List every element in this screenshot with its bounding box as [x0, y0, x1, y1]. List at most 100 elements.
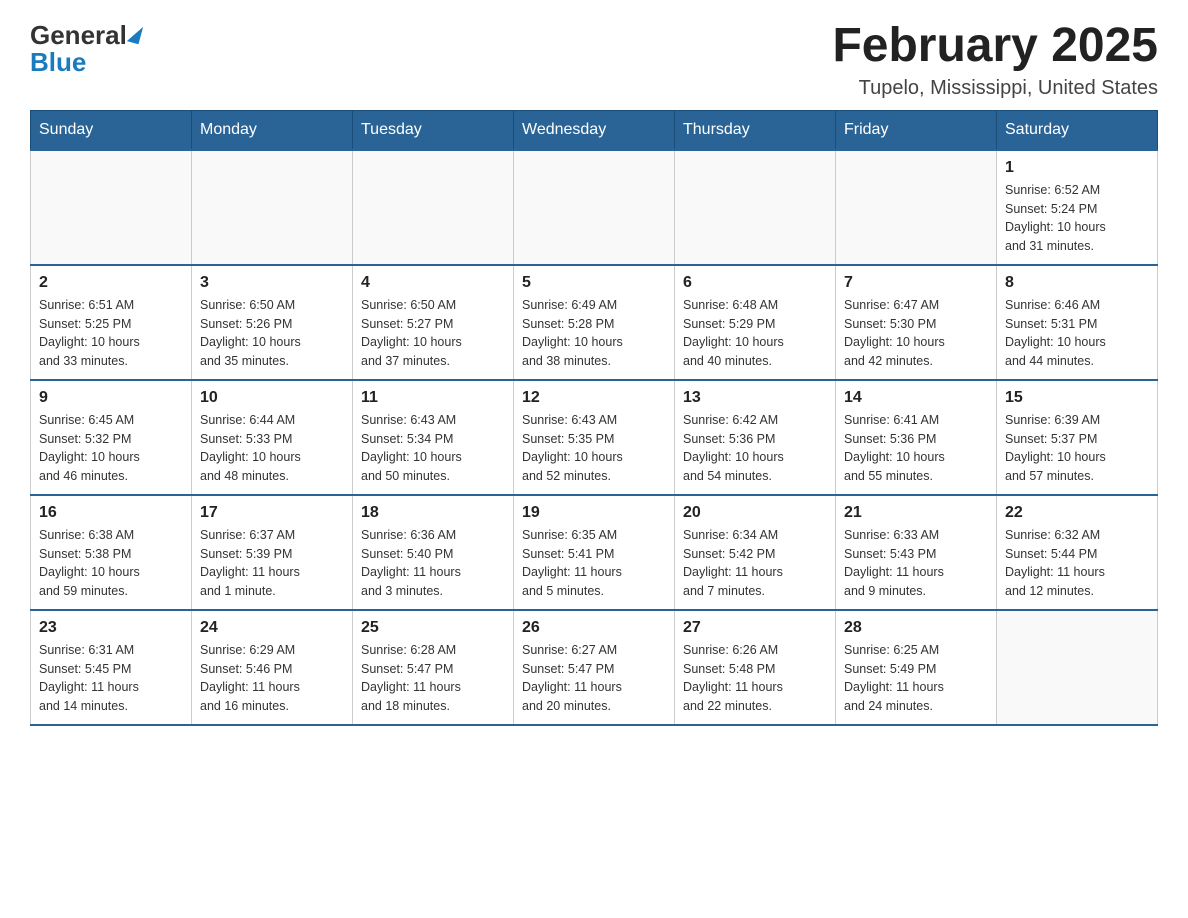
day-info: Sunrise: 6:26 AMSunset: 5:48 PMDaylight:…	[683, 641, 827, 716]
calendar-cell: 1 Sunrise: 6:52 AMSunset: 5:24 PMDaylight…	[997, 150, 1158, 265]
day-number: 28	[844, 619, 988, 637]
calendar-cell: 4 Sunrise: 6:50 AMSunset: 5:27 PMDaylight…	[353, 265, 514, 380]
calendar-week-row: 23 Sunrise: 6:31 AMSunset: 5:45 PMDayligh…	[31, 610, 1158, 725]
calendar-header-row: SundayMondayTuesdayWednesdayThursdayFrid…	[31, 110, 1158, 150]
day-number: 14	[844, 389, 988, 407]
day-info: Sunrise: 6:43 AMSunset: 5:34 PMDaylight:…	[361, 411, 505, 486]
day-info: Sunrise: 6:41 AMSunset: 5:36 PMDaylight:…	[844, 411, 988, 486]
day-number: 4	[361, 274, 505, 292]
day-number: 10	[200, 389, 344, 407]
calendar-cell: 22Sunrise: 6:32 AMSunset: 5:44 PMDayligh…	[997, 495, 1158, 610]
calendar-cell: 16 Sunrise: 6:38 AMSunset: 5:38 PMDayligh…	[31, 495, 192, 610]
calendar-cell: 21 Sunrise: 6:33 AMSunset: 5:43 PMDayligh…	[836, 495, 997, 610]
calendar-cell	[31, 150, 192, 265]
calendar-cell: 24Sunrise: 6:29 AMSunset: 5:46 PMDayligh…	[192, 610, 353, 725]
calendar-day-header-monday: Monday	[192, 110, 353, 150]
day-info: Sunrise: 6:37 AMSunset: 5:39 PMDaylight:…	[200, 526, 344, 601]
day-number: 6	[683, 274, 827, 292]
day-number: 21	[844, 504, 988, 522]
day-number: 19	[522, 504, 666, 522]
calendar-cell: 19 Sunrise: 6:35 AMSunset: 5:41 PMDayligh…	[514, 495, 675, 610]
calendar-cell: 23 Sunrise: 6:31 AMSunset: 5:45 PMDayligh…	[31, 610, 192, 725]
day-info: Sunrise: 6:35 AMSunset: 5:41 PMDaylight:…	[522, 526, 666, 601]
day-info: Sunrise: 6:49 AMSunset: 5:28 PMDaylight:…	[522, 296, 666, 371]
day-info: Sunrise: 6:34 AMSunset: 5:42 PMDaylight:…	[683, 526, 827, 601]
calendar-cell: 6 Sunrise: 6:48 AMSunset: 5:29 PMDaylight…	[675, 265, 836, 380]
calendar-cell	[836, 150, 997, 265]
day-number: 20	[683, 504, 827, 522]
day-info: Sunrise: 6:44 AMSunset: 5:33 PMDaylight:…	[200, 411, 344, 486]
day-number: 27	[683, 619, 827, 637]
calendar-week-row: 9 Sunrise: 6:45 AMSunset: 5:32 PMDaylight…	[31, 380, 1158, 495]
day-info: Sunrise: 6:39 AMSunset: 5:37 PMDaylight:…	[1005, 411, 1149, 486]
calendar-cell: 17 Sunrise: 6:37 AMSunset: 5:39 PMDayligh…	[192, 495, 353, 610]
calendar-cell	[997, 610, 1158, 725]
day-info: Sunrise: 6:46 AMSunset: 5:31 PMDaylight:…	[1005, 296, 1149, 371]
day-info: Sunrise: 6:32 AMSunset: 5:44 PMDaylight:…	[1005, 526, 1149, 601]
day-info: Sunrise: 6:38 AMSunset: 5:38 PMDaylight:…	[39, 526, 183, 601]
calendar-week-row: 2 Sunrise: 6:51 AMSunset: 5:25 PMDaylight…	[31, 265, 1158, 380]
day-number: 18	[361, 504, 505, 522]
calendar-cell	[192, 150, 353, 265]
calendar-day-header-sunday: Sunday	[31, 110, 192, 150]
calendar-cell: 20 Sunrise: 6:34 AMSunset: 5:42 PMDayligh…	[675, 495, 836, 610]
day-number: 13	[683, 389, 827, 407]
day-number: 12	[522, 389, 666, 407]
calendar-day-header-friday: Friday	[836, 110, 997, 150]
calendar-day-header-thursday: Thursday	[675, 110, 836, 150]
logo: General Blue	[30, 20, 141, 78]
calendar-cell	[675, 150, 836, 265]
day-info: Sunrise: 6:33 AMSunset: 5:43 PMDaylight:…	[844, 526, 988, 601]
calendar-cell: 8 Sunrise: 6:46 AMSunset: 5:31 PMDaylight…	[997, 265, 1158, 380]
day-number: 16	[39, 504, 183, 522]
day-info: Sunrise: 6:36 AMSunset: 5:40 PMDaylight:…	[361, 526, 505, 601]
page-header: General Blue February 2025 Tupelo, Missi…	[30, 20, 1158, 100]
calendar-cell: 27 Sunrise: 6:26 AMSunset: 5:48 PMDayligh…	[675, 610, 836, 725]
day-number: 9	[39, 389, 183, 407]
logo-triangle-icon	[127, 23, 143, 43]
logo-blue-text: Blue	[30, 47, 86, 78]
calendar-cell: 28 Sunrise: 6:25 AMSunset: 5:49 PMDayligh…	[836, 610, 997, 725]
calendar-day-header-wednesday: Wednesday	[514, 110, 675, 150]
day-number: 15	[1005, 389, 1149, 407]
calendar-cell: 9 Sunrise: 6:45 AMSunset: 5:32 PMDaylight…	[31, 380, 192, 495]
day-info: Sunrise: 6:50 AMSunset: 5:26 PMDaylight:…	[200, 296, 344, 371]
day-info: Sunrise: 6:45 AMSunset: 5:32 PMDaylight:…	[39, 411, 183, 486]
day-info: Sunrise: 6:51 AMSunset: 5:25 PMDaylight:…	[39, 296, 183, 371]
calendar-cell: 25 Sunrise: 6:28 AMSunset: 5:47 PMDayligh…	[353, 610, 514, 725]
calendar-cell: 15 Sunrise: 6:39 AMSunset: 5:37 PMDayligh…	[997, 380, 1158, 495]
day-info: Sunrise: 6:43 AMSunset: 5:35 PMDaylight:…	[522, 411, 666, 486]
calendar-cell	[353, 150, 514, 265]
day-number: 7	[844, 274, 988, 292]
day-info: Sunrise: 6:25 AMSunset: 5:49 PMDaylight:…	[844, 641, 988, 716]
day-number: 2	[39, 274, 183, 292]
day-number: 17	[200, 504, 344, 522]
day-info: Sunrise: 6:28 AMSunset: 5:47 PMDaylight:…	[361, 641, 505, 716]
day-number: 1	[1005, 159, 1149, 177]
calendar-cell: 26 Sunrise: 6:27 AMSunset: 5:47 PMDayligh…	[514, 610, 675, 725]
day-info: Sunrise: 6:48 AMSunset: 5:29 PMDaylight:…	[683, 296, 827, 371]
title-section: February 2025 Tupelo, Mississippi, Unite…	[832, 20, 1158, 100]
calendar-cell: 2 Sunrise: 6:51 AMSunset: 5:25 PMDaylight…	[31, 265, 192, 380]
day-number: 11	[361, 389, 505, 407]
day-info: Sunrise: 6:42 AMSunset: 5:36 PMDaylight:…	[683, 411, 827, 486]
calendar-cell: 13 Sunrise: 6:42 AMSunset: 5:36 PMDayligh…	[675, 380, 836, 495]
day-number: 5	[522, 274, 666, 292]
day-info: Sunrise: 6:31 AMSunset: 5:45 PMDaylight:…	[39, 641, 183, 716]
day-info: Sunrise: 6:27 AMSunset: 5:47 PMDaylight:…	[522, 641, 666, 716]
calendar-cell: 7Sunrise: 6:47 AMSunset: 5:30 PMDaylight…	[836, 265, 997, 380]
day-info: Sunrise: 6:50 AMSunset: 5:27 PMDaylight:…	[361, 296, 505, 371]
calendar-cell: 14 Sunrise: 6:41 AMSunset: 5:36 PMDayligh…	[836, 380, 997, 495]
calendar-day-header-saturday: Saturday	[997, 110, 1158, 150]
calendar-cell: 10 Sunrise: 6:44 AMSunset: 5:33 PMDayligh…	[192, 380, 353, 495]
calendar-day-header-tuesday: Tuesday	[353, 110, 514, 150]
day-number: 26	[522, 619, 666, 637]
day-number: 24	[200, 619, 344, 637]
calendar-table: SundayMondayTuesdayWednesdayThursdayFrid…	[30, 110, 1158, 726]
day-number: 25	[361, 619, 505, 637]
day-number: 3	[200, 274, 344, 292]
day-number: 23	[39, 619, 183, 637]
day-info: Sunrise: 6:52 AMSunset: 5:24 PMDaylight:…	[1005, 181, 1149, 256]
day-number: 8	[1005, 274, 1149, 292]
calendar-cell	[514, 150, 675, 265]
